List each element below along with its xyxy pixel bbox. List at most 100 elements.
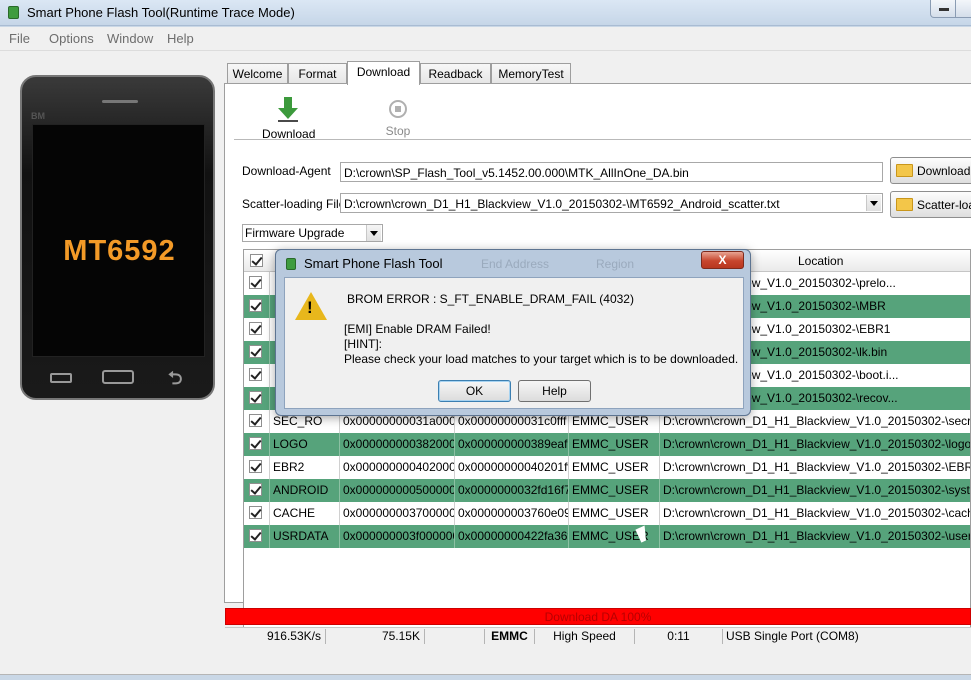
location-header: Location (798, 254, 844, 268)
back-key-icon: ⮌ (168, 368, 183, 388)
row-checkbox[interactable] (249, 483, 262, 496)
download-agent-button-label: Download A (917, 164, 971, 178)
cell-location: D:\crown\crown_D1_H1_Blackview_V1.0_2015… (660, 502, 970, 525)
minimize-icon (939, 8, 949, 11)
cell-begin: 0x0000000037000000 (340, 502, 455, 525)
select-all-checkbox[interactable] (250, 254, 263, 267)
scatter-field[interactable]: D:\crown\crown_D1_H1_Blackview_V1.0_2015… (340, 193, 883, 213)
window-title: Smart Phone Flash Tool(Runtime Trace Mod… (27, 5, 295, 20)
download-arrow-icon (277, 97, 299, 123)
cell-begin: 0x0000000003820000 (340, 433, 455, 456)
row-checkbox-cell (244, 525, 270, 548)
row-checkbox-cell (244, 433, 270, 456)
row-checkbox-cell (244, 341, 270, 364)
stop-button-label: Stop (385, 124, 411, 138)
tab-format[interactable]: Format (288, 63, 347, 84)
cell-end: 0x00000000040201ff (455, 456, 569, 479)
row-checkbox[interactable] (249, 299, 262, 312)
row-checkbox-cell (244, 364, 270, 387)
cell-region: EMMC_USER (569, 433, 660, 456)
cell-location: D:\crown\crown_D1_H1_Blackview_V1.0_2015… (660, 433, 970, 456)
cell-location: D:\crown\crown_D1_H1_Blackview_V1.0_2015… (660, 479, 970, 502)
table-row[interactable]: LOGO 0x0000000003820000 0x000000000389eaf3… (244, 433, 970, 456)
row-checkbox[interactable] (249, 368, 262, 381)
help-button[interactable]: Help (518, 380, 591, 402)
status-empty (425, 629, 485, 644)
cell-region: EMMC_USER (569, 479, 660, 502)
app-icon (8, 6, 19, 19)
cell-begin: 0x0000000005000000 (340, 479, 455, 502)
chevron-down-icon[interactable] (866, 195, 881, 211)
maximize-button[interactable] (955, 0, 971, 18)
row-checkbox-cell (244, 318, 270, 341)
cell-end: 0x0000000032fd16f7 (455, 479, 569, 502)
stop-button[interactable]: Stop (380, 97, 416, 138)
table-row[interactable]: CACHE 0x0000000037000000 0x000000003760e09… (244, 502, 970, 525)
row-checkbox-cell (244, 410, 270, 433)
mode-select[interactable]: Firmware Upgrade (242, 224, 383, 242)
folder-icon (896, 164, 913, 177)
download-button[interactable]: Download (262, 97, 315, 141)
menu-file[interactable]: File (9, 31, 30, 46)
cell-end: 0x00000000422fa36f (455, 525, 569, 548)
chip-label: MT6592 (63, 235, 176, 267)
row-checkbox[interactable] (249, 414, 262, 427)
title-bar: Smart Phone Flash Tool(Runtime Trace Mod… (0, 0, 971, 26)
row-checkbox[interactable] (249, 529, 262, 542)
menu-window[interactable]: Window (107, 31, 153, 46)
row-checkbox[interactable] (249, 322, 262, 335)
tab-memorytest[interactable]: MemoryTest (491, 63, 571, 84)
cell-name: USRDATA (270, 525, 340, 548)
progress-bar: Download DA 100% (225, 608, 971, 625)
chevron-down-icon[interactable] (366, 225, 381, 241)
menu-key-icon (50, 373, 72, 383)
dialog-body: ! BROM ERROR : S_FT_ENABLE_DRAM_FAIL (40… (284, 277, 744, 409)
cell-name: CACHE (270, 502, 340, 525)
status-size: 75.15K (326, 629, 425, 644)
minimize-button[interactable] (930, 0, 956, 18)
row-checkbox-cell (244, 502, 270, 525)
close-button[interactable]: X (701, 251, 744, 269)
row-checkbox[interactable] (249, 460, 262, 473)
scatter-load-button[interactable]: Scatter-load (890, 191, 971, 218)
download-agent-button[interactable]: Download A (890, 157, 971, 184)
status-speed: 916.53K/s (225, 629, 326, 644)
stop-icon (389, 100, 407, 118)
toolbar-divider-highlight (234, 140, 971, 141)
ok-button[interactable]: OK (438, 380, 511, 402)
menu-options[interactable]: Options (49, 31, 94, 46)
menu-help[interactable]: Help (167, 31, 194, 46)
status-time: 0:11 (635, 629, 723, 644)
menu-bar: File Options Window Help (0, 27, 971, 51)
cell-begin: 0x000000003f000000 (340, 525, 455, 548)
tab-readback[interactable]: Readback (420, 63, 491, 84)
table-row[interactable]: USRDATA 0x000000003f000000 0x00000000422fa… (244, 525, 970, 548)
cell-location: D:\crown\crown_D1_H1_Blackview_V1.0_2015… (660, 456, 970, 479)
error-message: BROM ERROR : S_FT_ENABLE_DRAM_FAIL (4032… (347, 292, 634, 306)
row-checkbox[interactable] (249, 391, 262, 404)
phone-image: BM MT6592 ⮌ (20, 75, 215, 400)
phone-screen: MT6592 (32, 124, 205, 357)
row-checkbox[interactable] (249, 345, 262, 358)
error-dialog: Smart Phone Flash Tool End Address Regio… (275, 249, 751, 416)
cell-region: EMMC_USER (569, 456, 660, 479)
table-row[interactable]: EBR2 0x0000000004020000 0x00000000040201ff… (244, 456, 970, 479)
cell-end: 0x000000000389eaf3 (455, 433, 569, 456)
row-checkbox[interactable] (249, 437, 262, 450)
cell-name: EBR2 (270, 456, 340, 479)
tab-welcome[interactable]: Welcome (227, 63, 288, 84)
home-key-icon (102, 370, 134, 384)
download-agent-label: Download-Agent (242, 164, 331, 178)
table-row[interactable]: ANDROID 0x0000000005000000 0x0000000032fd1… (244, 479, 970, 502)
row-checkbox[interactable] (249, 276, 262, 289)
row-checkbox-cell (244, 295, 270, 318)
dialog-line-2: [HINT]: (344, 337, 382, 351)
status-mode: High Speed (535, 629, 635, 644)
dialog-title: Smart Phone Flash Tool (304, 256, 443, 271)
row-checkbox[interactable] (249, 506, 262, 519)
row-checkbox-cell (244, 479, 270, 502)
row-checkbox-cell (244, 272, 270, 295)
download-agent-field[interactable]: D:\crown\SP_Flash_Tool_v5.1452.00.000\MT… (340, 162, 883, 182)
tab-download[interactable]: Download (347, 61, 420, 85)
app-icon (286, 258, 296, 270)
